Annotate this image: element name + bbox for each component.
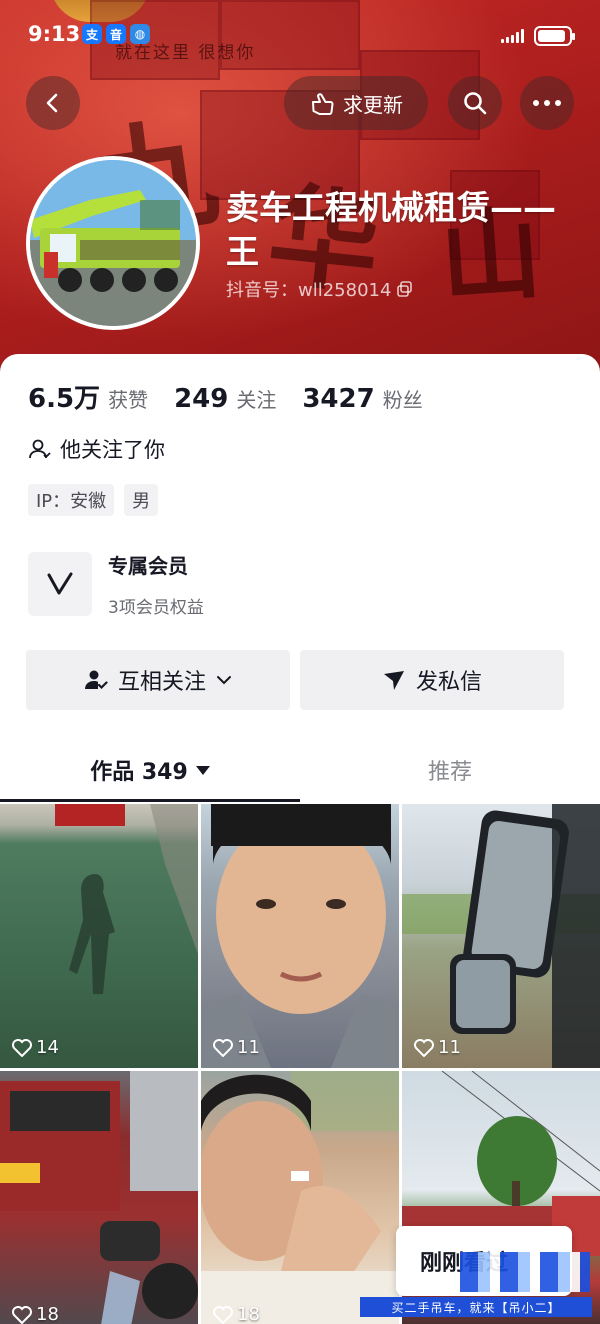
followers-label[interactable]: 粉丝 bbox=[383, 384, 423, 413]
back-arrow-icon bbox=[46, 93, 58, 113]
browser-app-icon: ◍ bbox=[130, 24, 150, 44]
crane-truck-image bbox=[30, 160, 196, 326]
tab-works[interactable]: 作品 349 bbox=[0, 738, 300, 802]
heart-icon bbox=[414, 1038, 434, 1057]
like-count: 11 bbox=[213, 1037, 260, 1058]
watermark: 买二手吊车，就来【吊小二】 bbox=[360, 1297, 592, 1317]
likes-label[interactable]: 获赞 bbox=[108, 384, 148, 413]
heart-icon bbox=[12, 1305, 32, 1324]
video-thumbnail[interactable]: 18 bbox=[0, 1071, 198, 1324]
mutual-follow-label: 互相关注 bbox=[117, 670, 206, 695]
ip-location-tag: IP：安徽 bbox=[28, 484, 115, 516]
video-thumbnail[interactable]: 11 bbox=[201, 804, 399, 1068]
follows-you-tip: 他关注了你 bbox=[28, 434, 165, 464]
heart-icon bbox=[213, 1038, 233, 1057]
following-count[interactable]: 249 bbox=[174, 384, 228, 414]
chevron-down-icon bbox=[217, 676, 231, 685]
mosaic-overlay bbox=[460, 1252, 590, 1292]
copy-icon[interactable] bbox=[397, 281, 413, 297]
like-count: 18 bbox=[12, 1304, 59, 1324]
notification-icons: 支 音 ◍ bbox=[82, 24, 150, 44]
gender-tag: 男 bbox=[124, 484, 159, 516]
request-update-label: 求更新 bbox=[343, 92, 403, 117]
profile-card: 6.5万 获赞 249 关注 3427 粉丝 他关注了你 IP：安徽 男 专属会… bbox=[0, 354, 600, 1324]
like-count: 14 bbox=[12, 1037, 59, 1058]
action-buttons: 互相关注 发私信 bbox=[26, 650, 564, 710]
heart-icon bbox=[213, 1305, 233, 1324]
like-count: 18 bbox=[213, 1304, 260, 1324]
member-v-icon bbox=[28, 552, 92, 616]
video-thumbnail[interactable]: 18 bbox=[201, 1071, 399, 1324]
video-thumbnail[interactable]: 14 bbox=[0, 804, 198, 1068]
user-check-icon bbox=[84, 670, 108, 690]
send-message-button[interactable]: 发私信 bbox=[300, 650, 564, 710]
battery-icon bbox=[534, 26, 575, 46]
status-time: 9:13 bbox=[28, 22, 81, 46]
more-dots-icon bbox=[533, 100, 561, 106]
request-update-button[interactable]: 求更新 bbox=[284, 76, 428, 130]
mutual-follow-button[interactable]: 互相关注 bbox=[26, 650, 290, 710]
alipay-icon: 支 bbox=[82, 24, 102, 44]
likes-count[interactable]: 6.5万 bbox=[28, 378, 100, 415]
content-tabs: 作品 349 推荐 bbox=[0, 738, 600, 802]
search-icon bbox=[464, 92, 487, 115]
followers-count[interactable]: 3427 bbox=[302, 384, 374, 414]
back-button[interactable] bbox=[26, 76, 80, 130]
audio-app-icon: 音 bbox=[106, 24, 126, 44]
profile-stats: 6.5万 获赞 249 关注 3427 粉丝 bbox=[28, 378, 449, 415]
send-message-label: 发私信 bbox=[415, 670, 482, 695]
exclusive-member-entry[interactable]: 专属会员 3项会员权益 bbox=[28, 550, 204, 618]
profile-tags: IP：安徽 男 bbox=[28, 484, 159, 516]
send-icon bbox=[383, 671, 404, 690]
hand-point-icon bbox=[312, 93, 334, 115]
profile-nickname: 卖车工程机械租赁——王 bbox=[226, 188, 556, 271]
follows-you-text: 他关注了你 bbox=[60, 438, 165, 462]
like-count: 11 bbox=[414, 1037, 461, 1058]
video-thumbnail[interactable]: 11 bbox=[402, 804, 600, 1068]
status-bar: 9:13 支 音 ◍ bbox=[28, 20, 575, 52]
caret-down-icon bbox=[195, 765, 210, 775]
search-button[interactable] bbox=[448, 76, 502, 130]
douyin-id-text: 抖音号：wll258014 bbox=[226, 280, 392, 301]
signal-icon bbox=[501, 29, 524, 43]
member-subtitle: 3项会员权益 bbox=[108, 598, 204, 618]
more-button[interactable] bbox=[520, 76, 574, 130]
member-title: 专属会员 bbox=[108, 554, 188, 578]
douyin-id[interactable]: 抖音号：wll258014 bbox=[226, 276, 413, 302]
user-follow-icon bbox=[29, 439, 51, 459]
tab-recommend[interactable]: 推荐 bbox=[300, 738, 600, 802]
avatar[interactable] bbox=[26, 156, 200, 330]
heart-icon bbox=[12, 1038, 32, 1057]
following-label[interactable]: 关注 bbox=[236, 384, 276, 413]
